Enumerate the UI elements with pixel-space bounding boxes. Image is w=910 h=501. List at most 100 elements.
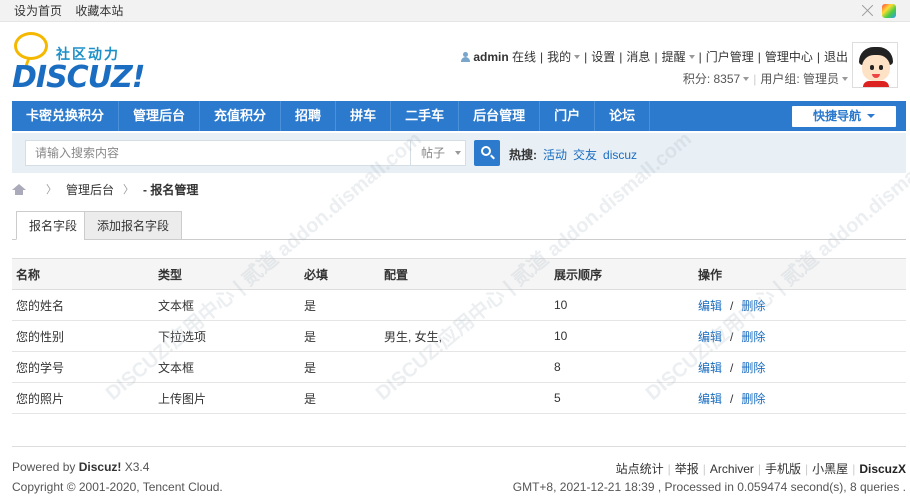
tab-add-signup-field[interactable]: 添加报名字段	[84, 211, 183, 240]
color-theme-icon[interactable]	[882, 3, 896, 18]
footer-link-blacklist[interactable]: 小黑屋	[812, 462, 848, 476]
set-homepage-link[interactable]: 设为首页	[14, 4, 62, 18]
cell-config	[380, 289, 550, 321]
edit-link[interactable]: 编辑	[698, 392, 722, 406]
nav-item-portal[interactable]: 门户	[540, 101, 596, 131]
version: X3.4	[124, 460, 150, 474]
cell-config	[380, 382, 550, 414]
delete-link[interactable]: 删除	[741, 361, 765, 375]
online-status: 在线	[512, 50, 537, 64]
hot-search-discuz[interactable]: discuz	[603, 148, 637, 162]
cell-type: 下拉选项	[154, 320, 300, 352]
table-row: 您的性别 下拉选项 是 男生, 女生, 10 编辑 / 删除	[12, 320, 906, 352]
cell-order: 8	[550, 351, 694, 383]
cell-name: 您的学号	[12, 351, 154, 383]
column-header-name: 名称	[12, 258, 154, 290]
breadcrumb-current: - 报名管理	[143, 182, 199, 197]
fullscreen-icon[interactable]	[861, 4, 874, 17]
username-link[interactable]: admin	[473, 50, 508, 64]
delete-link[interactable]: 删除	[741, 330, 765, 344]
nav-item-forum[interactable]: 论坛	[595, 101, 651, 131]
home-icon[interactable]	[12, 183, 26, 195]
top-bar: 设为首页 收藏本站	[0, 0, 910, 22]
delete-link[interactable]: 删除	[741, 299, 765, 313]
footer-divider	[12, 446, 906, 447]
chevron-down-icon	[574, 55, 581, 59]
footer-brand-link[interactable]: DiscuzX	[859, 462, 906, 476]
table-row: 您的姓名 文本框 是 10 编辑 / 删除	[12, 289, 906, 321]
edit-link[interactable]: 编辑	[698, 299, 722, 313]
logout-link[interactable]: 退出	[824, 50, 848, 64]
avatar[interactable]	[852, 42, 898, 88]
portal-admin-link[interactable]: 门户管理	[706, 50, 754, 64]
footer-link-stats[interactable]: 站点统计	[616, 462, 664, 476]
nav-item-jobs[interactable]: 招聘	[281, 101, 337, 131]
nav-item-backend-manage[interactable]: 后台管理	[459, 101, 541, 131]
nav-item-used-cars[interactable]: 二手车	[391, 101, 460, 131]
hot-search-activity[interactable]: 活动	[543, 148, 567, 162]
cell-type: 文本框	[154, 351, 300, 383]
discuz-logo[interactable]: 社区动力 DISCUZ!	[12, 30, 145, 100]
cell-config	[380, 351, 550, 383]
cell-type: 文本框	[154, 289, 300, 321]
column-header-config: 配置	[380, 258, 550, 290]
search-button[interactable]	[474, 140, 500, 166]
user-bar: admin 在线 | 我的 | 设置 | 消息 | 提醒 | 门户管理 | 管理中心 | 退出 积分: 83…	[461, 46, 848, 90]
cell-required: 是	[300, 351, 380, 383]
footer-link-report[interactable]: 举报	[675, 462, 699, 476]
delete-link[interactable]: 删除	[741, 392, 765, 406]
breadcrumb: 〉 管理后台 〉 - 报名管理	[12, 181, 198, 197]
chevron-down-icon	[455, 151, 462, 155]
points-menu[interactable]: 积分: 8357	[683, 72, 740, 86]
nav-item-admin-backend[interactable]: 管理后台	[119, 101, 201, 131]
my-menu[interactable]: 我的	[547, 50, 571, 64]
hot-search-friends[interactable]: 交友	[573, 148, 597, 162]
cell-actions: 编辑 / 删除	[694, 289, 906, 321]
logo-wordmark: DISCUZ!	[12, 60, 145, 95]
cell-order: 10	[550, 320, 694, 352]
usergroup-menu[interactable]: 用户组: 管理员	[760, 72, 839, 86]
user-icon	[461, 52, 471, 62]
bookmark-link[interactable]: 收藏本站	[75, 4, 123, 18]
edit-link[interactable]: 编辑	[698, 361, 722, 375]
table-row: 您的照片 上传图片 是 5 编辑 / 删除	[12, 382, 906, 414]
cell-name: 您的照片	[12, 382, 154, 414]
main-nav: 卡密兑换积分 管理后台 充值积分 招聘 拼车 二手车 后台管理 门户 论坛 快捷…	[12, 101, 906, 131]
discuz-link[interactable]: Discuz!	[79, 460, 122, 474]
nav-item-recharge[interactable]: 充值积分	[200, 101, 282, 131]
logo-bubble-icon	[14, 32, 48, 60]
footer-link-archiver[interactable]: Archiver	[710, 462, 754, 476]
cell-required: 是	[300, 320, 380, 352]
nav-item-card-exchange[interactable]: 卡密兑换积分	[12, 101, 120, 131]
search-type-select[interactable]: 帖子	[410, 140, 466, 166]
cell-actions: 编辑 / 删除	[694, 320, 906, 352]
column-header-order: 展示顺序	[550, 258, 694, 290]
edit-link[interactable]: 编辑	[698, 330, 722, 344]
powered-by: Powered by Discuz! X3.4	[12, 460, 150, 474]
chevron-down-icon	[842, 77, 848, 81]
tab-bar: 报名字段 添加报名字段	[12, 211, 906, 240]
top-links: 设为首页 收藏本站	[14, 2, 133, 19]
notifications-menu[interactable]: 提醒	[662, 50, 686, 64]
quick-nav-button[interactable]: 快捷导航	[792, 106, 896, 127]
cell-config: 男生, 女生,	[380, 320, 550, 352]
cell-required: 是	[300, 382, 380, 414]
search-type-value: 帖子	[421, 146, 446, 160]
footer-link-mobile[interactable]: 手机版	[765, 462, 801, 476]
cell-order: 5	[550, 382, 694, 414]
nav-item-carpool[interactable]: 拼车	[336, 101, 392, 131]
cell-type: 上传图片	[154, 382, 300, 414]
tab-signup-fields[interactable]: 报名字段	[16, 211, 91, 240]
admin-center-link[interactable]: 管理中心	[765, 50, 813, 64]
breadcrumb-admin-link[interactable]: 管理后台	[66, 181, 114, 198]
search-input[interactable]: 请输入搜索内容	[25, 140, 411, 166]
search-bar: 请输入搜索内容 帖子 热搜: 活动 交友 discuz	[12, 133, 906, 173]
cell-actions: 编辑 / 删除	[694, 382, 906, 414]
cell-name: 您的性别	[12, 320, 154, 352]
settings-link[interactable]: 设置	[591, 50, 615, 64]
messages-link[interactable]: 消息	[626, 50, 650, 64]
chevron-down-icon	[867, 114, 875, 118]
copyright: Copyright © 2001-2020, Tencent Cloud.	[12, 480, 223, 494]
cell-order: 10	[550, 289, 694, 321]
quick-nav-label: 快捷导航	[812, 109, 861, 123]
